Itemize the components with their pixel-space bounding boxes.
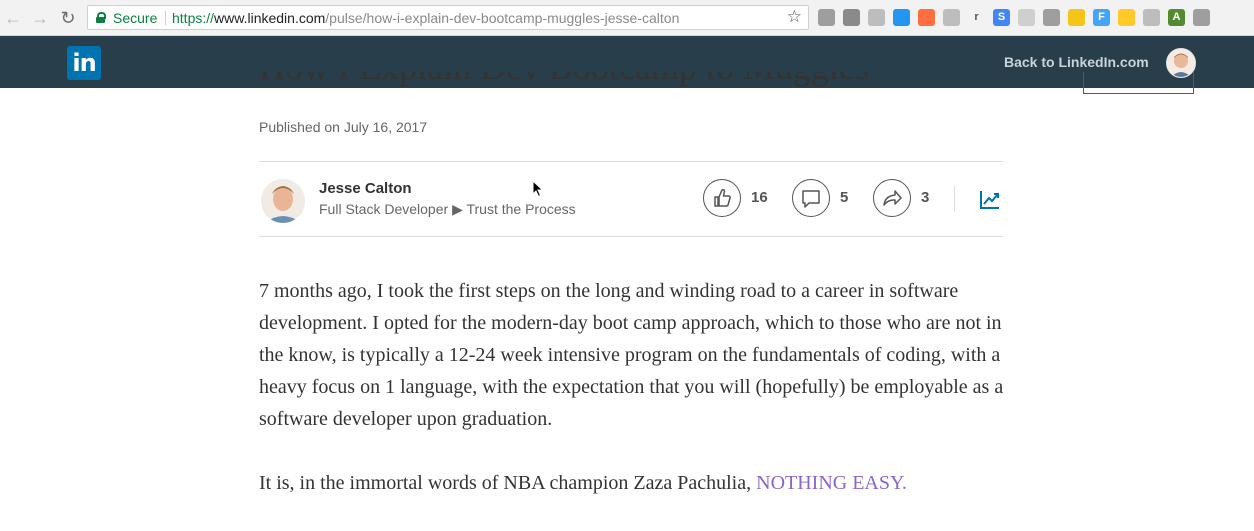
ext-2-icon[interactable]	[843, 9, 860, 26]
ext-9-icon[interactable]	[1018, 9, 1035, 26]
like-count: 16	[751, 189, 768, 206]
share-arrow-icon	[883, 190, 902, 206]
bookmark-star-icon[interactable]: ☆	[787, 7, 802, 27]
linkedin-logo[interactable]: in	[67, 46, 101, 80]
ext-16-icon[interactable]	[1193, 9, 1210, 26]
url-divider	[165, 11, 166, 25]
secure-label: Secure	[113, 10, 158, 26]
ext-10-icon[interactable]	[1043, 9, 1060, 26]
mouse-cursor-icon	[532, 180, 544, 198]
ext-13-icon[interactable]	[1118, 9, 1135, 26]
thumbs-up-icon	[714, 188, 731, 207]
url-text[interactable]: https://www.linkedin.com/pulse/how-i-exp…	[172, 10, 679, 26]
ext-4-icon[interactable]	[893, 9, 910, 26]
ext-6-icon[interactable]	[943, 9, 960, 26]
divider-top	[259, 161, 1003, 162]
share-button[interactable]	[873, 179, 911, 217]
back-arrow-icon[interactable]: ←	[2, 7, 24, 29]
actions-divider	[954, 186, 955, 212]
ext-11-icon[interactable]	[1068, 9, 1085, 26]
ext-3-icon[interactable]	[868, 9, 885, 26]
paragraph-2: It is, in the immortal words of NBA cham…	[259, 472, 907, 494]
ext-7-icon[interactable]: r	[968, 9, 985, 26]
ext-14-icon[interactable]	[1143, 9, 1160, 26]
comment-button[interactable]	[792, 179, 830, 217]
extensions-bar: rS F A	[818, 9, 1210, 27]
like-button[interactable]	[703, 179, 741, 217]
comment-bubble-icon	[802, 190, 820, 208]
browser-toolbar: ← → ↻ Secure https://www.linkedin.com/pu…	[0, 0, 1254, 36]
ext-5-icon[interactable]	[918, 9, 935, 26]
triangle-right-icon: ▶	[452, 201, 463, 217]
reload-icon[interactable]: ↻	[57, 7, 79, 29]
article-title: How I Explain Dev Bootcamp to Muggles	[259, 72, 979, 96]
published-date: Published on July 16, 2017	[259, 119, 428, 135]
divider-bottom	[259, 236, 1003, 237]
article-body: 7 months ago, I took the first steps on …	[259, 275, 1009, 531]
author-avatar[interactable]	[261, 179, 305, 223]
author-headline: Full Stack Developer ▶ Trust the Process	[319, 201, 576, 217]
ext-1-icon[interactable]	[818, 9, 835, 26]
ext-15-icon[interactable]: A	[1168, 9, 1185, 26]
ext-12-icon[interactable]: F	[1093, 9, 1110, 26]
ext-8-icon[interactable]: S	[993, 9, 1010, 26]
trending-chart-icon[interactable]	[979, 188, 1001, 210]
lock-icon	[96, 12, 106, 23]
paragraph-1: 7 months ago, I took the first steps on …	[259, 280, 1004, 430]
back-to-linkedin-link[interactable]: Back to LinkedIn.com	[1004, 54, 1149, 70]
highlight-link[interactable]: NOTHING EASY.	[756, 472, 907, 494]
author-name[interactable]: Jesse Calton	[319, 180, 412, 197]
address-bar[interactable]: Secure https://www.linkedin.com/pulse/ho…	[87, 5, 809, 30]
comment-count: 5	[840, 189, 849, 206]
forward-arrow-icon[interactable]: →	[29, 7, 51, 29]
share-count: 3	[921, 189, 930, 206]
follow-button[interactable]	[1083, 72, 1194, 94]
